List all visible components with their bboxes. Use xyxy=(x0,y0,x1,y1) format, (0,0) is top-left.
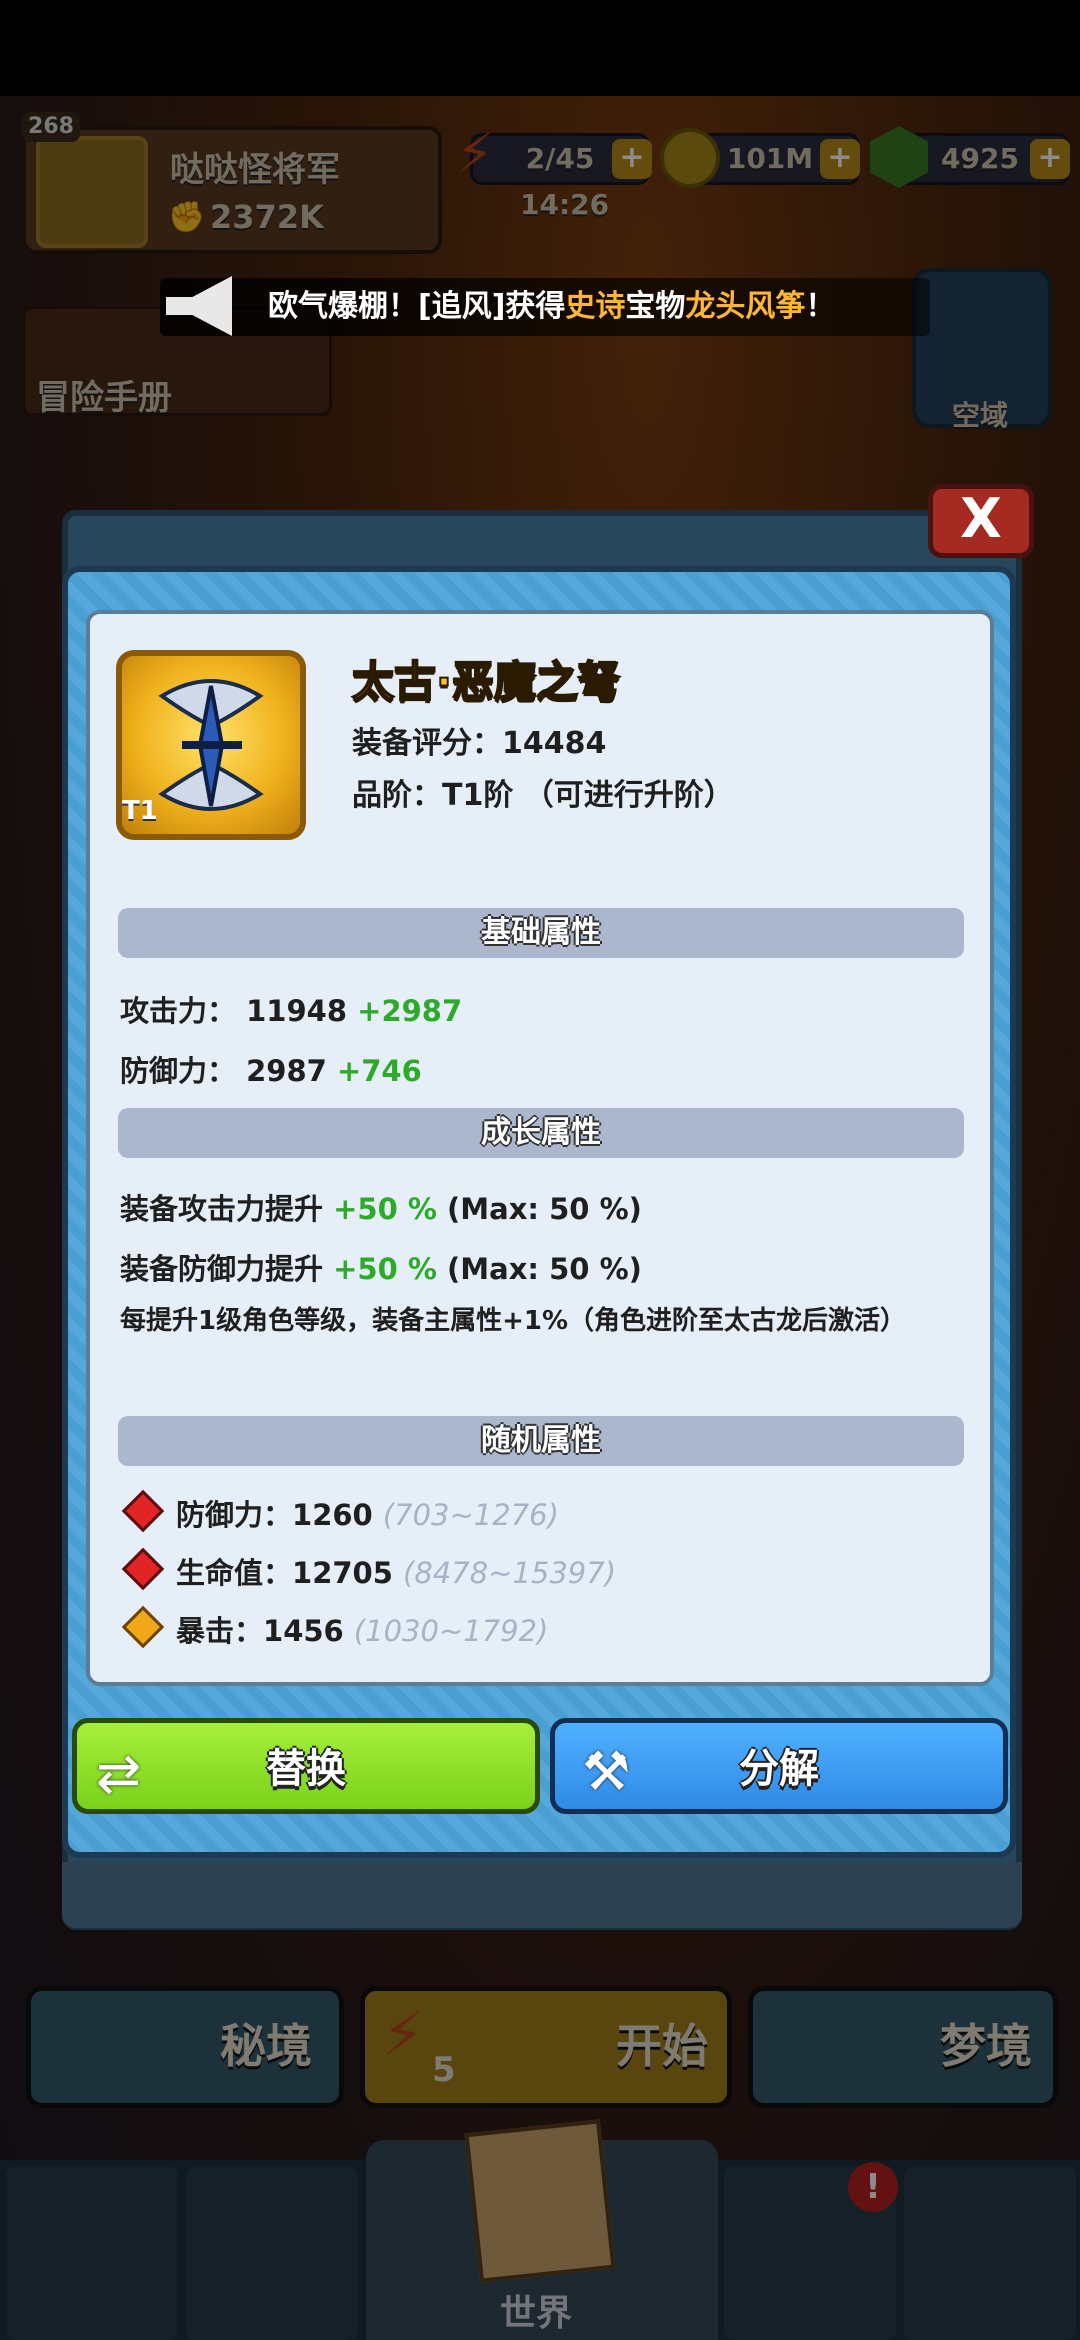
random-stat-crit: 暴击：1456 (1030~1792) xyxy=(176,1608,548,1650)
growth-stat-attack: 装备攻击力提升 +50 % (Max: 50 %) xyxy=(120,1186,642,1228)
stat-value: 11948 xyxy=(246,994,348,1028)
section-base-attributes: 基础属性 xyxy=(118,908,964,958)
equipment-panel-tabs xyxy=(62,1862,1022,1928)
base-stat-attack: 攻击力： 11948 +2987 xyxy=(120,988,462,1030)
growth-note: 每提升1级角色等级，装备主属性+1%（角色进阶至太古龙后激活） xyxy=(120,1306,907,1336)
item-name: 太古·恶魔之弩 xyxy=(351,656,621,707)
announcement-banner: 欧气爆棚！[追风]获得史诗宝物龙头风筝！ xyxy=(160,278,930,336)
stat-value: 1456 xyxy=(263,1614,344,1648)
item-score: 装备评分：14484 xyxy=(352,726,607,761)
base-stat-defense: 防御力： 2987 +746 xyxy=(120,1048,422,1090)
hammer-icon: ⚒ xyxy=(582,1740,631,1803)
section-growth-attributes: 成长属性 xyxy=(118,1108,964,1158)
item-grade: 品阶：T1阶 （可进行升阶） xyxy=(352,778,734,813)
swap-icon: ⇄ xyxy=(96,1742,142,1805)
stat-bonus: +746 xyxy=(336,1054,422,1088)
stat-range: (1030~1792) xyxy=(353,1614,549,1648)
section-random-attributes: 随机属性 xyxy=(118,1416,964,1466)
stat-max: (Max: 50 %) xyxy=(447,1252,642,1286)
announcement-prefix: 欧气爆棚！[追风]获得 xyxy=(268,289,566,324)
announcement-suffix: ！ xyxy=(805,289,836,324)
status-bar xyxy=(0,0,1080,96)
close-button[interactable]: X xyxy=(928,484,1034,558)
replace-button[interactable]: 替换 xyxy=(72,1718,540,1814)
stat-label: 装备防御力提升 xyxy=(120,1252,324,1286)
stat-value: 1260 xyxy=(292,1498,373,1532)
stat-value: 2987 xyxy=(246,1054,327,1088)
growth-stat-defense: 装备防御力提升 +50 % (Max: 50 %) xyxy=(120,1246,642,1288)
stat-bonus: +50 % xyxy=(333,1192,437,1226)
stat-label: 生命值： xyxy=(176,1556,293,1590)
random-stat-defense: 防御力：1260 (703~1276) xyxy=(176,1492,559,1534)
stat-label: 装备攻击力提升 xyxy=(120,1192,324,1226)
stat-label: 暴击： xyxy=(176,1614,264,1648)
stat-label: 防御力： xyxy=(176,1498,293,1532)
announcement-mid: 宝物 xyxy=(625,289,686,324)
announcement-rarity: 史诗 xyxy=(565,289,626,324)
stat-bonus: +2987 xyxy=(357,994,463,1028)
stat-label: 防御力： xyxy=(120,1054,237,1088)
stat-max: (Max: 50 %) xyxy=(447,1192,642,1226)
stat-range: (703~1276) xyxy=(382,1498,559,1532)
stat-range: (8478~15397) xyxy=(403,1556,617,1590)
stat-bonus: +50 % xyxy=(333,1252,437,1286)
stat-label: 攻击力： xyxy=(120,994,237,1028)
announcement-item: 龙头风筝 xyxy=(685,289,806,324)
stat-value: 12705 xyxy=(292,1556,393,1590)
item-tier-badge: T1 xyxy=(122,796,158,826)
random-stat-hp: 生命值：12705 (8478~15397) xyxy=(176,1550,616,1592)
